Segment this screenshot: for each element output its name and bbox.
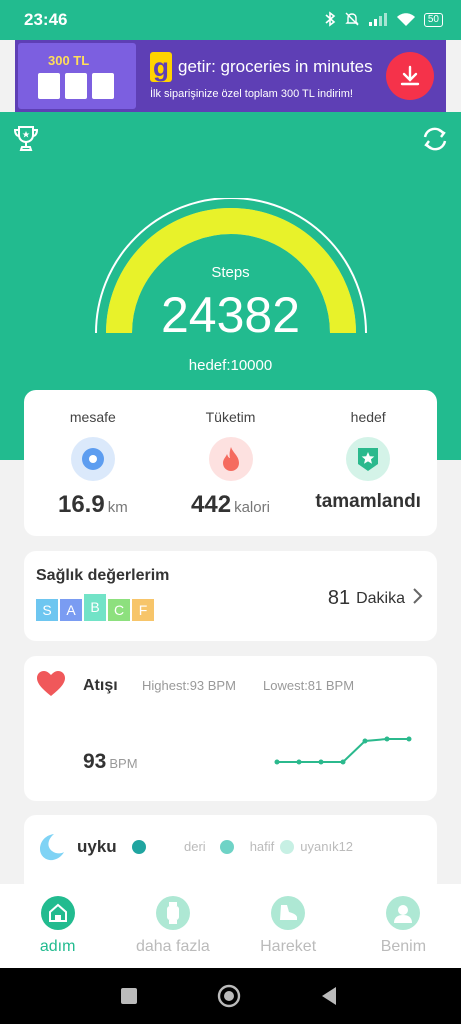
back-button[interactable] (320, 986, 338, 1011)
stat-distance[interactable]: mesafe 16.9 km (24, 390, 162, 536)
steps-goal: hedef:10000 (188, 357, 273, 374)
grade-badge: C (108, 599, 130, 621)
steps-value: 24382 (160, 287, 301, 343)
heart-rate-sparkline (274, 736, 412, 765)
stat-goal-value: tamamlandı (315, 491, 421, 512)
ad-product-box (38, 73, 60, 99)
sleep-deep-dot (132, 839, 146, 854)
stat-consumption-label: Tüketim (205, 409, 256, 425)
nav-item-daha-fazla[interactable]: daha fazla (115, 884, 230, 968)
ad-title-row: g getir: groceries in minutes (150, 52, 386, 82)
health-grades: S A B C F (36, 594, 154, 621)
stat-distance-value-row: 16.9 km (58, 491, 128, 519)
square-icon (121, 988, 137, 1004)
heart-current-value: 93 (83, 750, 107, 773)
nav-label: Benim (380, 938, 427, 955)
stat-consumption-value: 442 (191, 491, 232, 518)
heart-highest: Highest:93 BPM (142, 678, 236, 693)
circle-icon (217, 984, 241, 1008)
heart-rate-card[interactable]: Atışı Highest:93 BPM Lowest:81 BPM 93 BPM (24, 656, 437, 801)
sleep-legend-label: deri (184, 839, 206, 854)
health-value[interactable]: 81 Dakika (328, 587, 423, 610)
download-icon (400, 65, 420, 86)
ad-product-box (65, 73, 87, 99)
user-icon (386, 896, 421, 930)
wifi-icon (396, 11, 416, 30)
sleep-awake-dot (280, 839, 295, 854)
stat-distance-unit: km (107, 499, 128, 516)
recents-button[interactable] (120, 987, 138, 1010)
status-icons: 50 (324, 10, 443, 30)
watch-icon (155, 896, 190, 930)
grade-badge: F (132, 599, 154, 621)
sleep-legend-label: uyanık12 (300, 839, 354, 854)
health-title: Sağlık değerlerim (36, 567, 170, 584)
nav-item-benim[interactable]: Benim (346, 884, 461, 968)
stat-consumption-value-row: 442 kalori (191, 491, 270, 519)
home-system-button[interactable] (217, 984, 241, 1013)
grade-badge: B (84, 594, 106, 621)
home-icon (40, 896, 75, 930)
nav-label: Hareket (260, 938, 317, 955)
heart-current: 93 BPM (83, 750, 138, 774)
flame-icon (208, 437, 253, 481)
sleep-card[interactable]: uyku deri hafif uyanık12 (24, 815, 437, 895)
refresh-icon[interactable] (420, 124, 450, 159)
heart-current-unit: BPM (109, 756, 138, 771)
status-bar: 23:46 50 (0, 0, 461, 40)
nav-label: daha fazla (135, 938, 210, 955)
sleep-legend-label: hafif (249, 839, 275, 854)
steps-label: Steps (211, 264, 250, 281)
grade-badge: S (36, 599, 58, 621)
chevron-right-icon (411, 587, 423, 610)
badge-star-icon (346, 437, 391, 481)
stats-card: mesafe 16.9 km Tüketim 442 kalori hedef ta… (24, 390, 437, 536)
getir-logo: g (150, 52, 172, 82)
moon-icon (34, 831, 66, 868)
ad-subtitle: İlk siparişinize özel toplam 300 TL indi… (150, 88, 353, 100)
download-button[interactable] (386, 52, 434, 100)
battery-indicator: 50 (423, 13, 443, 27)
sleep-title: uyku (77, 837, 117, 856)
triangle-back-icon (322, 987, 336, 1005)
nav-label: adım (39, 938, 76, 955)
grade-badge: A (60, 599, 82, 621)
nav-item-adim[interactable]: adım (0, 884, 115, 968)
ad-thumbnail: 300 TL (18, 43, 136, 109)
ad-thumb-amount: 300 TL (48, 53, 90, 68)
heart-lowest: Lowest:81 BPM (263, 678, 355, 693)
sleep-light-dot (219, 839, 234, 854)
ad-product-box (92, 73, 114, 99)
legend-spacer (158, 840, 178, 854)
stat-consumption-unit: kalori (234, 499, 270, 516)
ad-title: getir: groceries in minutes (178, 57, 373, 76)
shoe-icon (271, 896, 306, 930)
stat-goal-value-row: tamamlandı (315, 491, 421, 513)
nav-item-hareket[interactable]: Hareket (231, 884, 346, 968)
health-values-card[interactable]: Sağlık değerlerim S A B C F 81 Dakika (24, 551, 437, 641)
health-value-number: 81 (327, 587, 351, 609)
ad-text: g getir: groceries in minutes İlk sipari… (136, 52, 386, 100)
trophy-icon[interactable] (12, 124, 40, 159)
stat-consumption[interactable]: Tüketim 442 kalori (162, 390, 300, 536)
status-time: 23:46 (24, 10, 68, 29)
health-value-unit: Dakika (356, 589, 405, 607)
sleep-legend: deri hafif uyanık12 (126, 839, 353, 854)
ad-banner[interactable]: 300 TL g getir: groceries in minutes İlk… (15, 40, 446, 112)
heart-icon (36, 670, 66, 703)
stat-goal-label: hedef (350, 409, 386, 425)
heart-title: Atışı (83, 677, 118, 694)
signal-icon (368, 11, 388, 30)
system-nav-bar (0, 968, 461, 1024)
location-icon (70, 437, 115, 481)
mute-bell-icon (344, 11, 360, 30)
bottom-nav: adım daha fazla Hareket Benim (0, 884, 461, 968)
bluetooth-icon (324, 10, 336, 30)
stat-goal[interactable]: hedef tamamlandı (299, 390, 437, 536)
stat-distance-value: 16.9 (57, 491, 105, 518)
stat-distance-label: mesafe (69, 409, 116, 425)
